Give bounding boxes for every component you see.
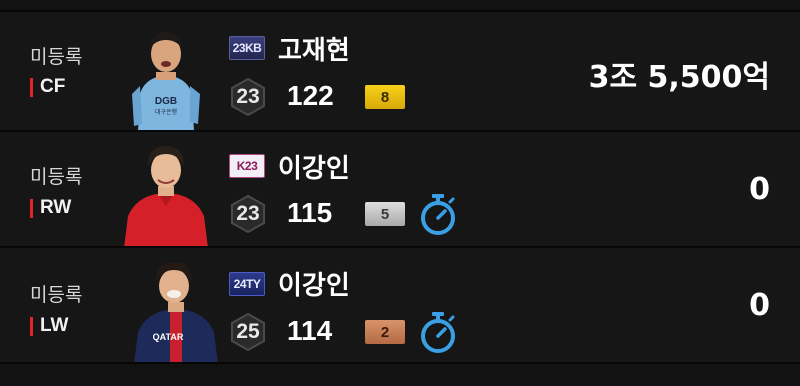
divider <box>0 362 800 364</box>
player-name: 고재현 <box>278 36 350 66</box>
stopwatch-icon <box>421 194 455 235</box>
registration-status: 미등록 <box>30 284 83 306</box>
position-label: LW <box>30 315 69 337</box>
svg-text:QATAR: QATAR <box>153 332 184 342</box>
season-badge: K23 <box>229 154 265 178</box>
player-price: 0 <box>749 172 770 207</box>
player-portrait: DGB 대구은행 <box>120 24 212 132</box>
level-number: 23 <box>236 202 260 225</box>
registration-status: 미등록 <box>30 166 83 188</box>
stopwatch-icon <box>421 312 455 353</box>
level-number: 23 <box>236 85 260 108</box>
player-price: 0 <box>749 288 770 323</box>
position-label: CF <box>30 76 65 98</box>
upgrade-grade-badge: 5 <box>365 202 405 226</box>
upgrade-grade-badge: 2 <box>365 320 405 344</box>
player-row[interactable]: 미등록 LW QATAR 24TY 이강인 25 114 2 0 <box>0 248 800 364</box>
player-portrait <box>120 140 212 248</box>
overall-rating: 115 <box>287 197 333 228</box>
player-name: 이강인 <box>278 271 350 301</box>
player-portrait: QATAR <box>130 256 222 364</box>
position-label: RW <box>30 197 71 219</box>
player-row[interactable]: 미등록 RW K23 이강인 23 115 5 0 <box>0 132 800 248</box>
overall-rating: 122 <box>287 80 334 111</box>
player-name: 이강인 <box>278 154 350 184</box>
player-price: 3조 5,500억 <box>588 60 770 95</box>
svg-text:대구은행: 대구은행 <box>155 108 177 116</box>
svg-text:DGB: DGB <box>155 96 177 107</box>
season-badge: 23KB <box>229 36 265 60</box>
season-badge: 24TY <box>229 272 265 296</box>
upgrade-grade-badge: 8 <box>365 85 405 109</box>
registration-status: 미등록 <box>30 46 83 68</box>
player-row[interactable]: 미등록 CF DGB 대구은행 23KB 고재현 23 122 8 3조 5,5… <box>0 12 800 132</box>
level-number: 25 <box>236 320 260 343</box>
player-list: 미등록 CF DGB 대구은행 23KB 고재현 23 122 8 3조 5,5… <box>0 0 800 386</box>
overall-rating: 114 <box>287 315 333 346</box>
